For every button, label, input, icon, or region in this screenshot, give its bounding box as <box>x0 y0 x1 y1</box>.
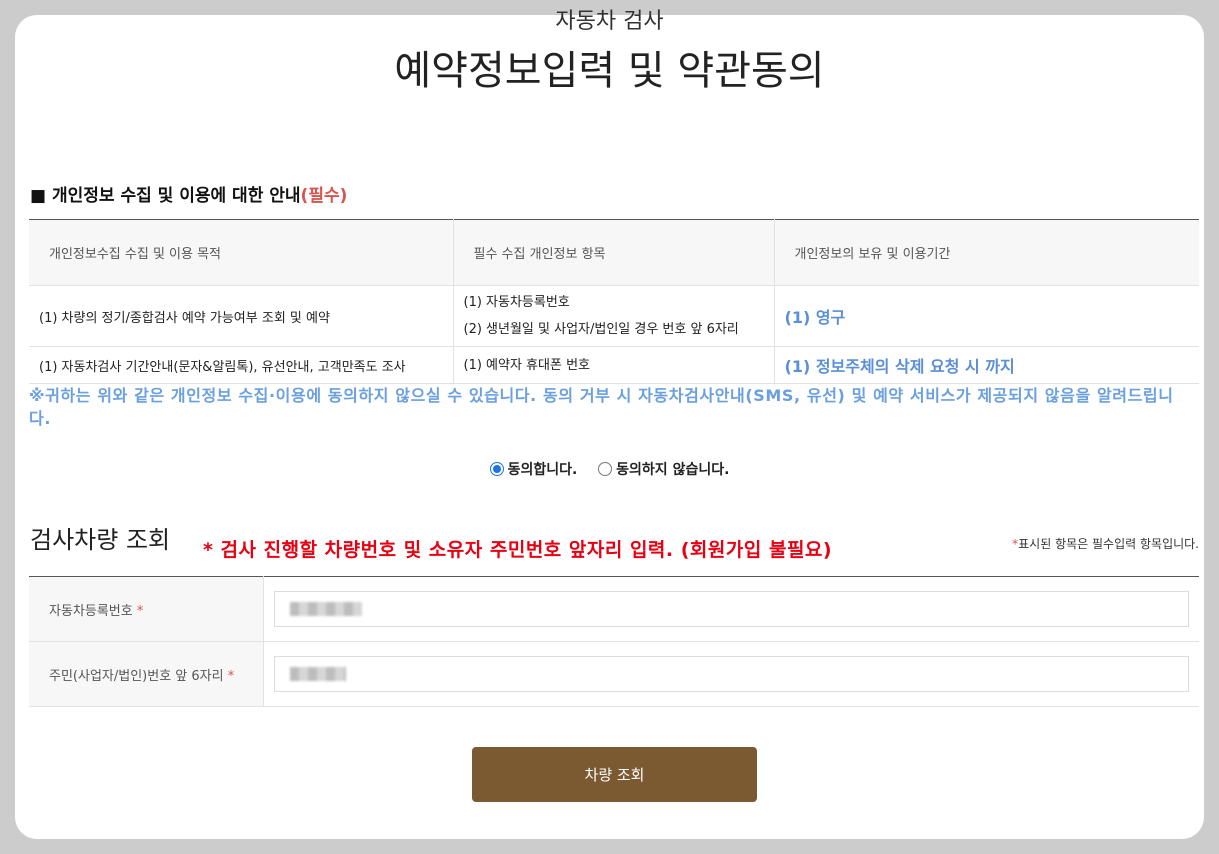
required-tag: (필수) <box>300 186 348 206</box>
column-header-purpose: 개인정보수집 수집 및 이용 목적 <box>29 219 454 286</box>
page-title: 예약정보입력 및 약관동의 <box>394 48 825 94</box>
consent-radio-group: 동의합니다. 동의하지 않습니다. <box>0 459 1219 480</box>
masked-value-blur <box>289 667 346 681</box>
table-row: (1) 자동차검사 기간안내(문자&알림톡), 유선안내, 고객만족도 조사 (… <box>29 346 1199 384</box>
field-wrap <box>273 656 1189 692</box>
required-star: * <box>136 603 144 619</box>
field-cell <box>263 576 1199 642</box>
agree-radio[interactable] <box>489 462 504 476</box>
agree-option[interactable]: 동의합니다. <box>489 459 578 479</box>
field-wrap <box>273 591 1189 627</box>
field-label-text: 주민(사업자/법인)번호 앞 6자리 <box>49 668 224 684</box>
field-label-text: 자동차등록번호 <box>49 603 133 619</box>
vehicle-number-input[interactable] <box>273 591 1189 627</box>
purpose-cell: (1) 자동차검사 기간안내(문자&알림톡), 유선안내, 고객만족도 조사 <box>29 346 454 384</box>
masked-value-blur <box>289 602 362 616</box>
square-bullet-icon: ■ <box>30 186 47 206</box>
period-cell: (1) 영구 <box>774 285 1199 347</box>
lookup-warning: * 검사 진행할 차량번호 및 소유자 주민번호 앞자리 입력. (회원가입 불… <box>203 539 833 561</box>
agree-label: 동의합니다. <box>507 462 578 478</box>
period-text: (1) 영구 <box>784 308 846 327</box>
privacy-section-title: ■ 개인정보 수집 및 이용에 대한 안내(필수) <box>30 181 347 206</box>
table-row: (1) 차량의 정기/종합검사 예약 가능여부 조회 및 예약 (1) 자동차등… <box>29 285 1199 347</box>
field-label: 주민(사업자/법인)번호 앞 6자리 * <box>29 641 264 707</box>
vehicle-lookup-form: 자동차등록번호 * 주민(사업자/법인)번호 앞 6자리 * <box>29 576 1199 707</box>
privacy-title-text: 개인정보 수집 및 이용에 대한 안내 <box>51 186 301 206</box>
required-star: * <box>227 668 235 684</box>
privacy-table-header: 개인정보수집 수집 및 이용 목적 필수 수집 개인정보 항목 개인정보의 보유… <box>29 219 1199 286</box>
disagree-option[interactable]: 동의하지 않습니다. <box>598 459 729 479</box>
disagree-radio[interactable] <box>598 462 613 476</box>
privacy-notice: ※귀하는 위와 같은 개인정보 수집·이용에 동의하지 않으실 수 있습니다. … <box>29 386 1174 428</box>
lookup-section-title: 검사차량 조회 <box>30 526 171 554</box>
column-header-items: 필수 수집 개인정보 항목 <box>453 219 775 286</box>
item-text: (1) 자동차등록번호 <box>463 295 570 310</box>
required-note-text: 표시된 항목은 필수입력 항목입니다. <box>1018 537 1199 551</box>
field-label: 자동차등록번호 * <box>29 576 264 642</box>
page-subtitle: 자동차 검사 <box>555 9 664 34</box>
form-row: 주민(사업자/법인)번호 앞 6자리 * <box>29 641 1199 707</box>
vehicle-lookup-button[interactable]: 차량 조회 <box>472 747 757 802</box>
item-text: (2) 생년월일 및 사업자/법인일 경우 번호 앞 6자리 <box>463 322 739 337</box>
column-header-period: 개인정보의 보유 및 이용기간 <box>774 219 1199 286</box>
field-cell <box>263 641 1199 707</box>
required-fields-note: *표시된 항목은 필수입력 항목입니다. <box>1012 535 1199 552</box>
items-cell: (1) 예약자 휴대폰 번호 <box>453 346 775 384</box>
item-text: (1) 예약자 휴대폰 번호 <box>463 357 591 373</box>
purpose-cell: (1) 차량의 정기/종합검사 예약 가능여부 조회 및 예약 <box>29 285 454 347</box>
form-row: 자동차등록번호 * <box>29 576 1199 642</box>
period-cell: (1) 정보주체의 삭제 요청 시 까지 <box>774 346 1199 384</box>
id-number-input[interactable] <box>273 656 1189 692</box>
disagree-label: 동의하지 않습니다. <box>616 462 730 478</box>
items-cell: (1) 자동차등록번호 (2) 생년월일 및 사업자/법인일 경우 번호 앞 6… <box>453 285 775 347</box>
period-text: (1) 정보주체의 삭제 요청 시 까지 <box>784 357 1015 376</box>
privacy-table: 개인정보수집 수집 및 이용 목적 필수 수집 개인정보 항목 개인정보의 보유… <box>29 219 1199 384</box>
